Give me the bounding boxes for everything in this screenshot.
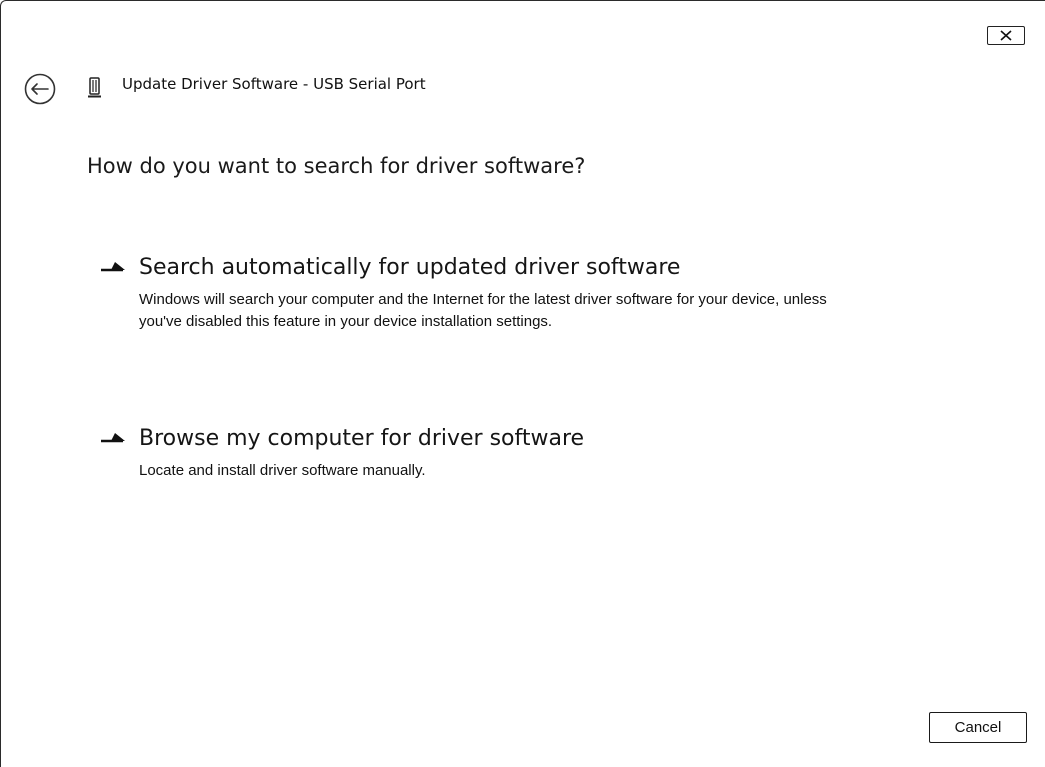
page-heading: How do you want to search for driver sof… [87, 154, 586, 178]
back-arrow-icon [24, 73, 56, 105]
window-title: Update Driver Software - USB Serial Port [122, 75, 426, 93]
option-title: Search automatically for updated driver … [139, 255, 681, 280]
right-arrow-icon [101, 262, 125, 272]
cancel-button[interactable]: Cancel [929, 712, 1027, 743]
option-description: Windows will search your computer and th… [139, 291, 827, 330]
usb-device-icon [87, 77, 103, 99]
update-driver-dialog: Update Driver Software - USB Serial Port… [0, 0, 1045, 767]
close-icon [1000, 30, 1012, 41]
right-arrow-icon [101, 433, 125, 443]
close-button[interactable] [987, 26, 1025, 45]
back-button[interactable] [23, 72, 57, 106]
option-title: Browse my computer for driver software [139, 426, 585, 451]
option-description: Locate and install driver software manua… [139, 462, 426, 479]
